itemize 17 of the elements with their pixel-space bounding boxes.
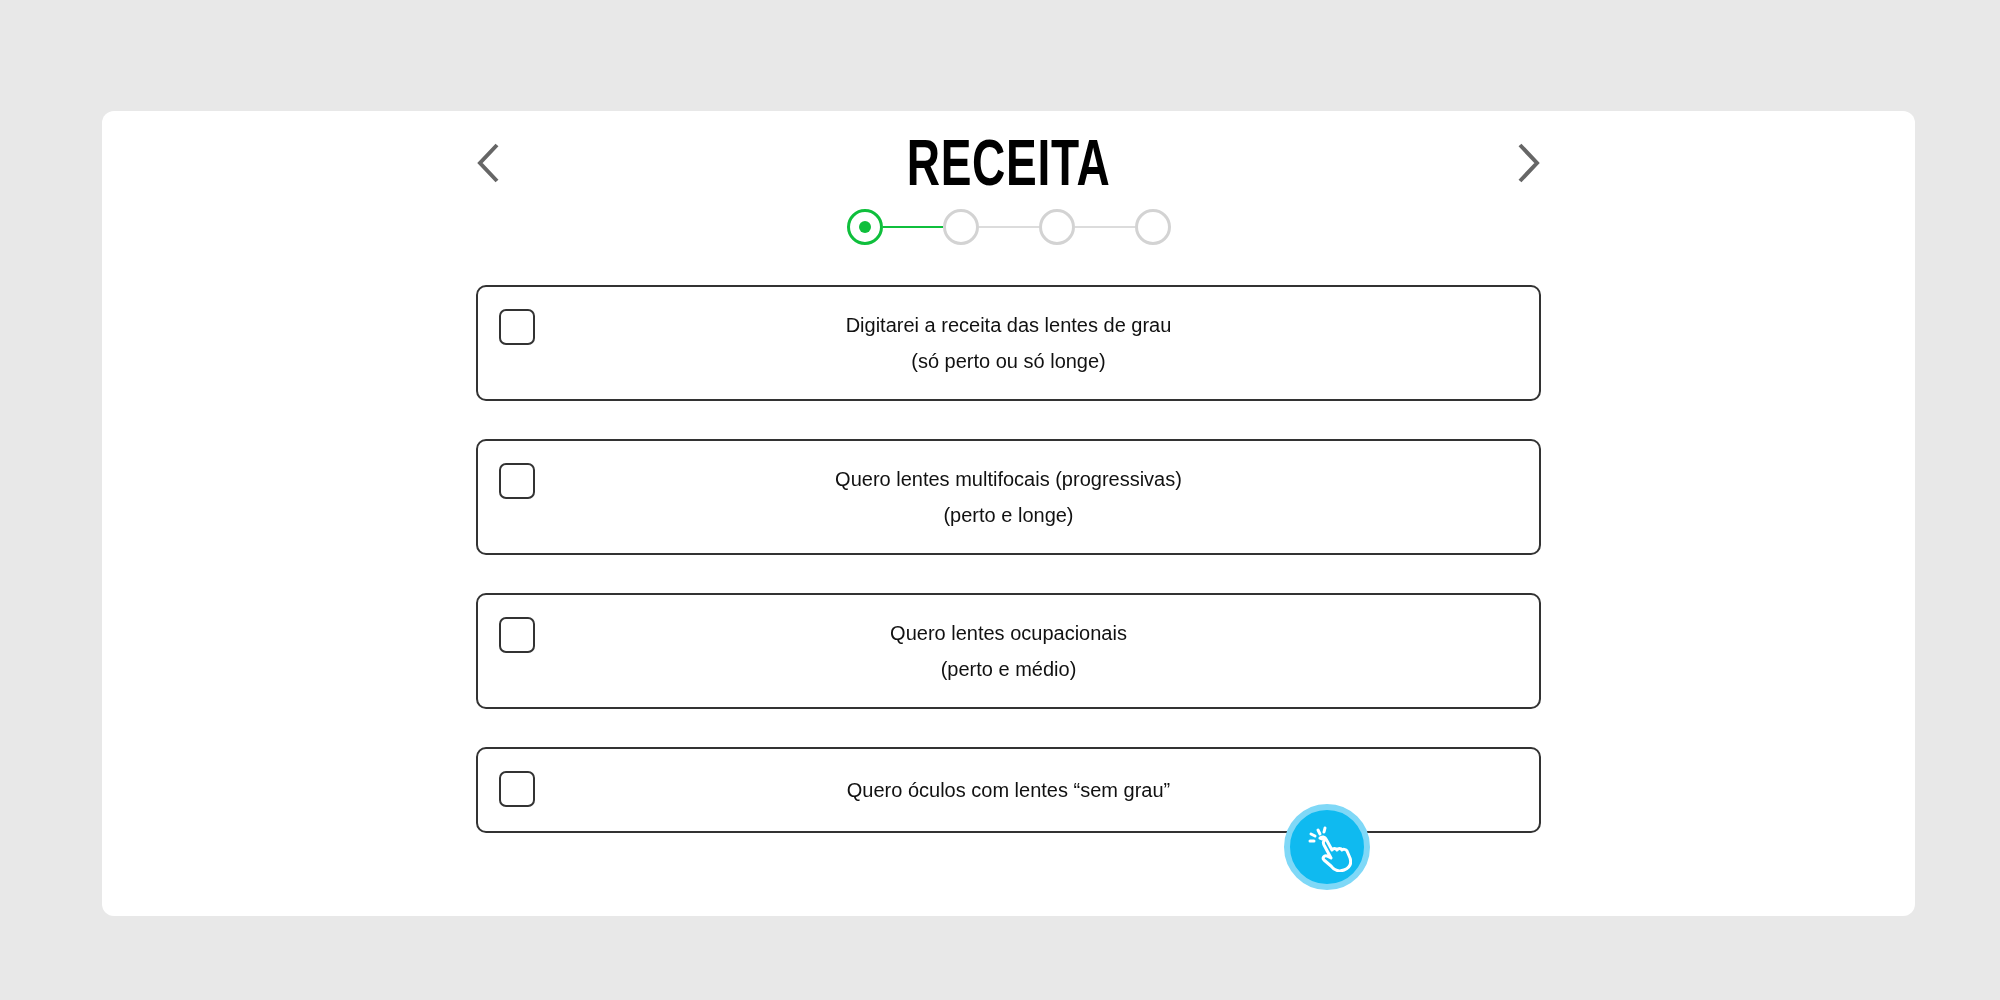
option-label: Quero lentes ocupacionais (perto e médio) — [890, 621, 1127, 682]
next-button[interactable] — [1517, 142, 1541, 184]
checkbox[interactable] — [499, 309, 535, 345]
option-label: Quero lentes multifocais (progressivas) (perto e longe) — [835, 467, 1182, 528]
option-label: Digitarei a receita das lentes de grau (só perto ou só longe) — [845, 313, 1172, 374]
checkbox[interactable] — [499, 617, 535, 653]
chevron-left-icon — [476, 142, 500, 184]
page-title: RECEITA — [906, 126, 1111, 201]
option-label: Quero óculos com lentes “sem grau” — [846, 778, 1171, 803]
checkbox[interactable] — [499, 771, 535, 807]
chevron-right-icon — [1517, 142, 1541, 184]
checkbox[interactable] — [499, 463, 535, 499]
option-card[interactable]: Quero óculos com lentes “sem grau” — [476, 747, 1541, 833]
previous-button[interactable] — [476, 142, 500, 184]
option-card[interactable]: Quero lentes multifocais (progressivas) (perto e longe) — [476, 439, 1541, 555]
option-card[interactable]: Digitarei a receita das lentes de grau (só perto ou só longe) — [476, 285, 1541, 401]
option-card[interactable]: Quero lentes ocupacionais (perto e médio) — [476, 593, 1541, 709]
